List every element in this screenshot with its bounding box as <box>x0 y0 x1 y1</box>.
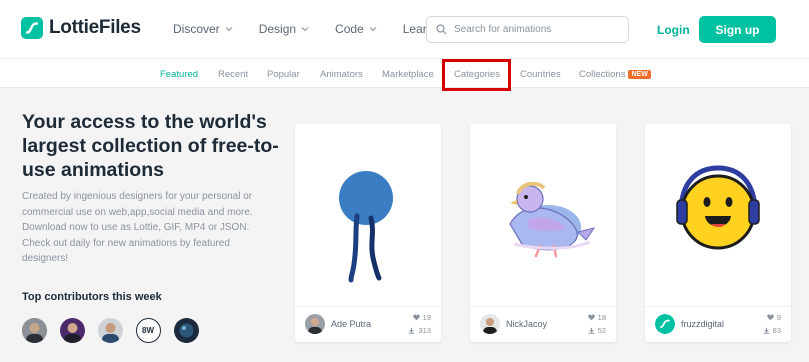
pigeon-animation-icon <box>509 181 596 258</box>
svg-text:8W: 8W <box>142 326 154 335</box>
download-icon <box>588 327 594 334</box>
nav-discover[interactable]: Discover <box>173 22 233 36</box>
heart-icon <box>412 314 420 321</box>
animation-preview[interactable] <box>645 124 791 300</box>
chevron-down-icon <box>301 27 309 32</box>
lottiefiles-logo-icon <box>21 17 43 39</box>
subnav-marketplace[interactable]: Marketplace <box>382 69 434 80</box>
author-name[interactable]: Ade Putra <box>331 319 371 329</box>
headphones-emoji-animation-icon <box>676 165 760 250</box>
subnav-featured[interactable]: Featured <box>160 69 198 80</box>
card-footer: NickJacoy 18 52 <box>470 306 616 342</box>
likes-count: 9 <box>776 313 781 322</box>
animation-card[interactable]: NickJacoy 18 52 <box>470 124 616 342</box>
download-icon <box>409 327 415 334</box>
hero-description: Created by ingenious designers for your … <box>22 191 253 264</box>
search-input[interactable] <box>454 24 614 35</box>
top-navbar: LottieFiles Discover Design Code Learn L… <box>0 0 809 58</box>
contributor-avatar[interactable] <box>22 318 47 343</box>
hero-title: Your access to the world's largest colle… <box>22 111 279 181</box>
animation-card[interactable]: fruzzdigital 9 83 <box>645 124 791 342</box>
subnav-countries[interactable]: Countries <box>520 69 561 80</box>
nav-label: Code <box>335 22 364 36</box>
author-name[interactable]: NickJacoy <box>506 319 547 329</box>
nav-code[interactable]: Code <box>335 22 377 36</box>
contributor-avatar[interactable] <box>98 318 123 343</box>
subnav-popular[interactable]: Popular <box>267 69 300 80</box>
card-stats: 19 313 <box>408 311 431 337</box>
subnav-collections[interactable]: Collections NEW <box>579 69 651 80</box>
chevron-down-icon <box>225 27 233 32</box>
search-icon <box>436 24 447 35</box>
contributor-avatar[interactable] <box>60 318 85 343</box>
animation-preview[interactable] <box>295 124 441 300</box>
search-box[interactable] <box>426 16 629 43</box>
nav-label: Discover <box>173 22 220 36</box>
author-avatar[interactable] <box>480 314 500 334</box>
author-avatar[interactable] <box>655 314 675 334</box>
categories-highlight-box <box>442 59 511 91</box>
author-avatar[interactable] <box>305 314 325 334</box>
downloads-count: 52 <box>597 326 606 335</box>
category-subnav: Featured Recent Popular Animators Market… <box>0 58 809 88</box>
signup-button[interactable]: Sign up <box>699 16 776 43</box>
animation-card[interactable]: Ade Putra 19 313 <box>295 124 441 342</box>
download-icon <box>763 327 769 334</box>
contributor-avatar[interactable] <box>174 318 199 343</box>
chevron-down-icon <box>369 27 377 32</box>
likes-count: 19 <box>422 313 431 322</box>
card-stats: 18 52 <box>587 311 606 337</box>
top-contributors-heading: Top contributors this week <box>22 291 162 303</box>
login-link[interactable]: Login <box>657 23 690 37</box>
downloads-count: 313 <box>418 326 431 335</box>
nav-design[interactable]: Design <box>259 22 309 36</box>
heart-icon <box>767 314 774 321</box>
likes-count: 18 <box>597 313 606 322</box>
author-name[interactable]: fruzzdigital <box>681 319 724 329</box>
heart-icon <box>587 314 595 321</box>
top-contributors-list: 8W <box>22 318 212 343</box>
subnav-collections-label: Collections <box>579 69 626 80</box>
card-stats: 9 83 <box>763 311 781 337</box>
lottiefiles-logo[interactable]: LottieFiles <box>21 17 141 39</box>
card-footer: Ade Putra 19 313 <box>295 306 441 342</box>
logo-text: LottieFiles <box>49 17 141 38</box>
card-footer: fruzzdigital 9 83 <box>645 306 791 342</box>
animation-preview[interactable] <box>470 124 616 300</box>
contributor-avatar[interactable]: 8W <box>136 318 161 343</box>
downloads-count: 83 <box>772 326 781 335</box>
subnav-recent[interactable]: Recent <box>218 69 248 80</box>
walking-circle-animation-icon <box>339 171 393 283</box>
subnav-animators[interactable]: Animators <box>320 69 363 80</box>
new-badge: NEW <box>628 70 651 79</box>
nav-label: Design <box>258 22 297 36</box>
